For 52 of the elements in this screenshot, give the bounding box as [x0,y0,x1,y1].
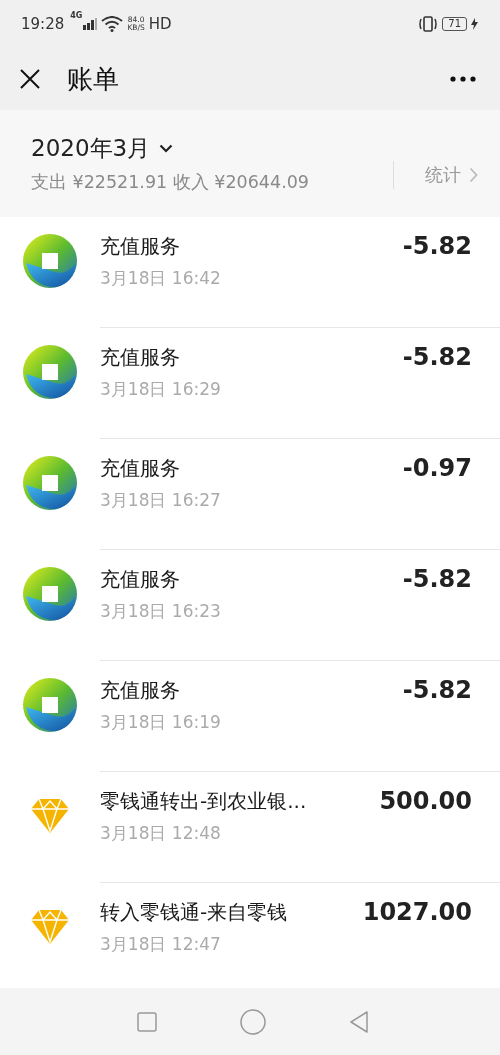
transaction-title: 充值服务 [100,232,180,260]
transaction-amount: -5.82 [402,232,472,260]
chevron-down-icon [159,144,174,153]
transaction-item[interactable]: 充值服务 -5.82 3月18日 16:19 [0,661,500,772]
recents-button[interactable] [136,1011,157,1032]
transaction-time: 3月18日 16:27 [100,489,222,512]
vibrate-icon [418,16,439,32]
page-title: 账单 [67,62,120,96]
transaction-item[interactable]: 零钱通转出-到农业银... 500.00 3月18日 12:48 [0,772,500,883]
transaction-item[interactable]: 充值服务 -5.82 3月18日 16:42 [0,217,500,328]
signal-icon [83,18,98,30]
back-button[interactable] [348,1010,369,1033]
transaction-amount: -0.97 [402,454,472,482]
transaction-amount: -5.82 [402,343,472,371]
recharge-logo-icon [22,677,78,733]
transaction-amount: -5.82 [402,676,472,704]
transaction-title: 充值服务 [100,676,180,704]
transaction-title: 充值服务 [100,343,180,371]
chevron-right-icon [469,166,478,183]
transaction-item[interactable]: 充值服务 -0.97 3月18日 16:27 [0,439,500,550]
transaction-amount: -5.82 [402,565,472,593]
transaction-title: 转入零钱通-来自零钱 [100,898,288,926]
recharge-logo-icon [22,344,78,400]
transaction-time: 3月18日 12:48 [100,822,222,845]
transaction-time: 3月18日 12:47 [100,933,222,956]
transaction-title: 充值服务 [100,454,180,482]
home-button[interactable] [239,1008,266,1035]
charging-icon [471,18,478,30]
month-picker[interactable]: 2020年3月 [31,133,309,164]
transaction-amount: 1027.00 [362,898,472,926]
network-type: 4G [70,11,83,20]
battery-level: 71 [442,17,467,31]
hd-label: HD [148,15,172,33]
transaction-item[interactable]: 充值服务 -5.82 3月18日 16:29 [0,328,500,439]
transaction-time: 3月18日 16:19 [100,711,222,734]
transaction-time: 3月18日 16:42 [100,267,222,290]
close-icon[interactable] [19,68,41,90]
totals-text: 支出 ¥22521.91 收入 ¥20644.09 [31,171,309,194]
recharge-logo-icon [22,233,78,289]
wifi-icon [101,16,124,32]
diamond-icon [31,799,69,833]
diamond-icon [31,910,69,944]
transaction-title: 充值服务 [100,565,180,593]
more-icon[interactable] [450,76,476,82]
transaction-title: 零钱通转出-到农业银... [100,787,307,815]
recharge-logo-icon [22,566,78,622]
transaction-item[interactable]: 充值服务 -5.82 3月18日 16:23 [0,550,500,661]
transaction-time: 3月18日 16:29 [100,378,222,401]
transaction-amount: 500.00 [379,787,472,815]
recharge-logo-icon [22,455,78,511]
transaction-time: 3月18日 16:23 [100,600,222,623]
clock-time: 19:28 [21,15,65,33]
